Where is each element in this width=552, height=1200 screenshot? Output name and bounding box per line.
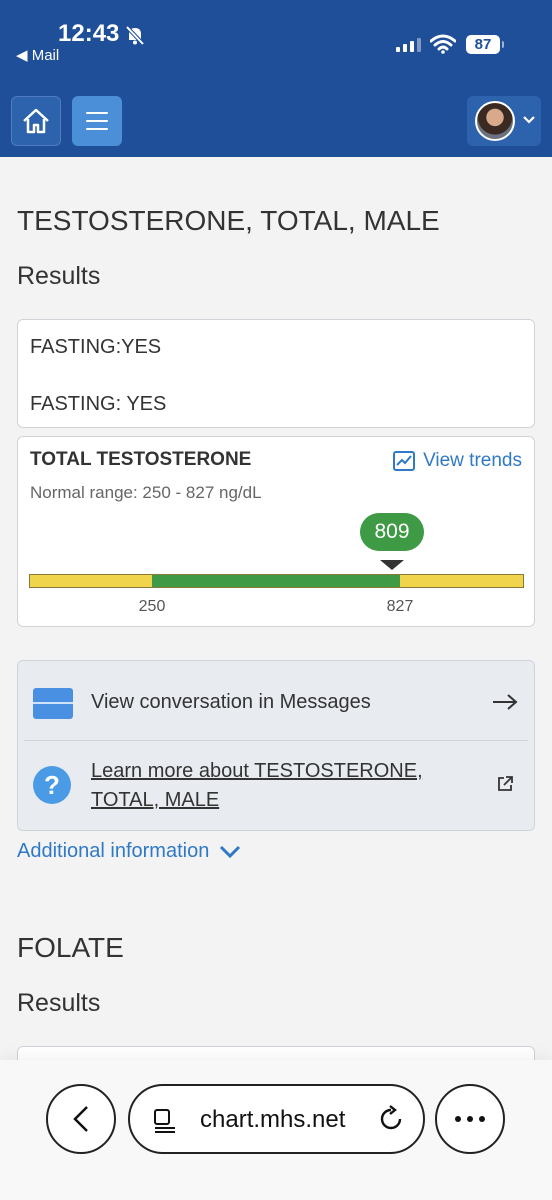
url-text: chart.mhs.net [200,1106,346,1133]
view-conversation-link[interactable]: View conversation in Messages [18,661,534,741]
arrow-right-icon [493,694,518,710]
battery-indicator: 87 [466,35,504,54]
divider [24,740,528,741]
view-conversation-label: View conversation in Messages [91,691,371,713]
result-title: TESTOSTERONE, TOTAL, MALE [17,205,440,236]
browser-more-button[interactable] [435,1084,505,1154]
envelope-icon [33,688,73,719]
comment-line: FASTING:YES [30,336,162,358]
value-marker [380,560,404,570]
chevron-down-icon [523,116,535,124]
range-bar [29,574,524,588]
reload-icon[interactable] [377,1105,405,1133]
silent-mode-icon [125,25,145,46]
results-heading: Results [17,989,101,1017]
learn-more-link[interactable]: Learn more about TESTOSTERONE, TOTAL, MA… [91,757,471,815]
home-button[interactable] [11,96,61,146]
avatar [475,101,515,141]
browser-back-button[interactable] [46,1084,116,1154]
result-value-badge: 809 [360,513,424,551]
additional-information-label: Additional information [17,840,210,862]
chevron-down-icon [220,845,241,858]
normal-range-segment [152,575,400,587]
cellular-signal-icon [396,38,421,52]
result-title: FOLATE [17,932,124,963]
home-icon [23,108,49,134]
view-trends-label: View trends [423,450,522,471]
back-to-mail-link[interactable]: ◀ Mail [16,46,59,64]
range-low-label: 250 [138,598,166,615]
trend-chart-icon [393,451,416,471]
browser-toolbar: chart.mhs.net [0,1060,552,1200]
range-high-label: 827 [386,598,414,615]
external-link-icon [498,776,513,791]
additional-information-toggle[interactable]: Additional information [17,840,241,863]
view-trends-link[interactable]: View trends [393,450,522,472]
chevron-left-icon [73,1106,88,1132]
menu-button[interactable] [72,96,122,146]
address-bar[interactable]: chart.mhs.net [128,1084,425,1154]
app-header: 12:43 ◀ Mail 87 [0,0,552,157]
comments-card: FASTING:YES FASTING: YES [17,319,535,428]
related-links-card: View conversation in Messages ? Learn mo… [17,660,535,831]
component-name: TOTAL TESTOSTERONE [30,449,252,470]
page-menu-icon [154,1109,175,1133]
normal-range-text: Normal range: 250 - 827 ng/dL [30,483,262,502]
wifi-icon [430,34,456,54]
more-options-icon [455,1116,485,1122]
hamburger-menu-icon [86,112,108,114]
comment-line: FASTING: YES [30,393,167,415]
account-menu-button[interactable] [467,96,541,146]
status-time: 12:43 [58,20,120,47]
result-card: TOTAL TESTOSTERONE View trends Normal ra… [17,436,535,627]
results-heading: Results [17,262,101,290]
question-mark-icon: ? [33,766,71,804]
